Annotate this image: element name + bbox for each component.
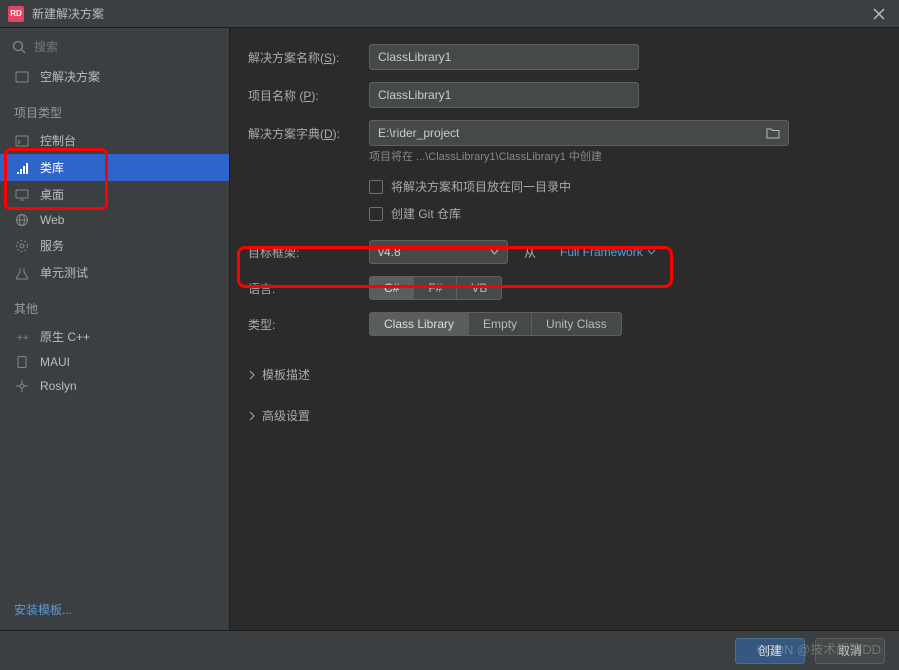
sidebar-item-library[interactable]: 类库 (0, 154, 229, 181)
titlebar: RD 新建解决方案 (0, 0, 899, 28)
type-label: 类型: (248, 316, 353, 333)
sidebar-item-label: 桌面 (40, 186, 64, 203)
expander-label: 模板描述 (262, 366, 310, 383)
target-fw-value: v4.8 (378, 245, 401, 259)
empty-solution-icon (14, 70, 30, 84)
section-title-project-types: 项目类型 (0, 90, 229, 127)
svg-text:++: ++ (17, 333, 29, 344)
search-row[interactable]: 搜索 (0, 34, 229, 63)
maui-icon (14, 355, 30, 369)
sidebar-item-label: 原生 C++ (40, 328, 90, 345)
dictionary-label: 解决方案字典(D): (248, 125, 353, 142)
sidebar-item-web[interactable]: Web (0, 208, 229, 232)
same-dir-checkbox-row[interactable]: 将解决方案和项目放在同一目录中 (369, 178, 881, 195)
sidebar-item-label: Web (40, 213, 64, 227)
app-icon: RD (8, 6, 24, 22)
project-name-input[interactable] (369, 82, 639, 108)
chevron-right-icon (248, 411, 256, 421)
sidebar: 搜索 空解决方案 项目类型 控制台 类库 桌面 Web 服务 单 (0, 28, 230, 630)
lang-fsharp[interactable]: F# (414, 276, 457, 300)
lang-vb[interactable]: VB (457, 276, 502, 300)
fw-link-text: Full Framework (560, 245, 643, 259)
install-templates-link[interactable]: 安装模板... (0, 589, 229, 630)
sidebar-item-label: 空解决方案 (40, 68, 100, 85)
type-group: Class Library Empty Unity Class (369, 312, 622, 336)
sidebar-item-label: Roslyn (40, 379, 77, 393)
solution-name-label: 解决方案名称(S): (248, 49, 353, 66)
create-git-label: 创建 Git 仓库 (391, 205, 461, 222)
library-icon (14, 161, 30, 175)
main-form: 解决方案名称(S): 项目名称 (P): 解决方案字典(D): E:\rider… (230, 28, 899, 630)
sidebar-item-maui[interactable]: MAUI (0, 350, 229, 374)
target-fw-label: 目标框架: (248, 244, 353, 261)
type-class-library[interactable]: Class Library (369, 312, 469, 336)
language-group: C# F# VB (369, 276, 502, 300)
expander-advanced[interactable]: 高级设置 (248, 407, 881, 424)
roslyn-icon (14, 379, 30, 393)
section-title-other: 其他 (0, 286, 229, 323)
language-label: 语言: (248, 280, 353, 297)
console-icon (14, 134, 30, 148)
sidebar-item-roslyn[interactable]: Roslyn (0, 374, 229, 398)
sidebar-item-service[interactable]: 服务 (0, 232, 229, 259)
sidebar-item-console[interactable]: 控制台 (0, 127, 229, 154)
full-framework-link[interactable]: Full Framework (560, 245, 656, 259)
globe-icon (14, 213, 30, 227)
sidebar-item-label: 服务 (40, 237, 64, 254)
target-fw-select[interactable]: v4.8 (369, 240, 508, 264)
chevron-down-icon (490, 249, 499, 255)
sidebar-item-label: 控制台 (40, 132, 76, 149)
desktop-icon (14, 188, 30, 202)
chevron-right-icon (248, 370, 256, 380)
create-button[interactable]: 创建 (735, 638, 805, 664)
same-dir-label: 将解决方案和项目放在同一目录中 (391, 178, 571, 195)
sidebar-item-label: 类库 (40, 159, 64, 176)
sidebar-item-desktop[interactable]: 桌面 (0, 181, 229, 208)
footer: 创建 取消 (0, 630, 899, 670)
sidebar-item-label: 单元测试 (40, 264, 88, 281)
gear-icon (14, 239, 30, 253)
sidebar-item-unit-test[interactable]: 单元测试 (0, 259, 229, 286)
search-icon (12, 40, 26, 54)
lang-csharp[interactable]: C# (369, 276, 414, 300)
expander-label: 高级设置 (262, 407, 310, 424)
sidebar-item-native-cpp[interactable]: ++ 原生 C++ (0, 323, 229, 350)
close-icon (873, 8, 885, 20)
dictionary-value: E:\rider_project (378, 126, 459, 140)
expander-template-desc[interactable]: 模板描述 (248, 366, 881, 383)
fw-from-label: 从 (524, 244, 536, 261)
solution-name-input[interactable] (369, 44, 639, 70)
create-git-checkbox-row[interactable]: 创建 Git 仓库 (369, 205, 881, 222)
cpp-icon: ++ (14, 330, 30, 344)
test-icon (14, 266, 30, 280)
window-title: 新建解决方案 (32, 5, 867, 22)
path-hint: 项目将在 ...\ClassLibrary1\ClassLibrary1 中创建 (369, 148, 881, 164)
close-button[interactable] (867, 2, 891, 26)
create-git-checkbox[interactable] (369, 207, 383, 221)
type-unity-class[interactable]: Unity Class (532, 312, 622, 336)
chevron-down-icon (647, 249, 656, 255)
same-dir-checkbox[interactable] (369, 180, 383, 194)
dictionary-input[interactable]: E:\rider_project (369, 120, 789, 146)
sidebar-item-label: MAUI (40, 355, 70, 369)
project-name-label: 项目名称 (P): (248, 87, 353, 104)
cancel-button[interactable]: 取消 (815, 638, 885, 664)
type-empty[interactable]: Empty (469, 312, 532, 336)
sidebar-item-empty-solution[interactable]: 空解决方案 (0, 63, 229, 90)
folder-browse-icon[interactable] (766, 127, 780, 139)
search-placeholder: 搜索 (34, 38, 58, 55)
